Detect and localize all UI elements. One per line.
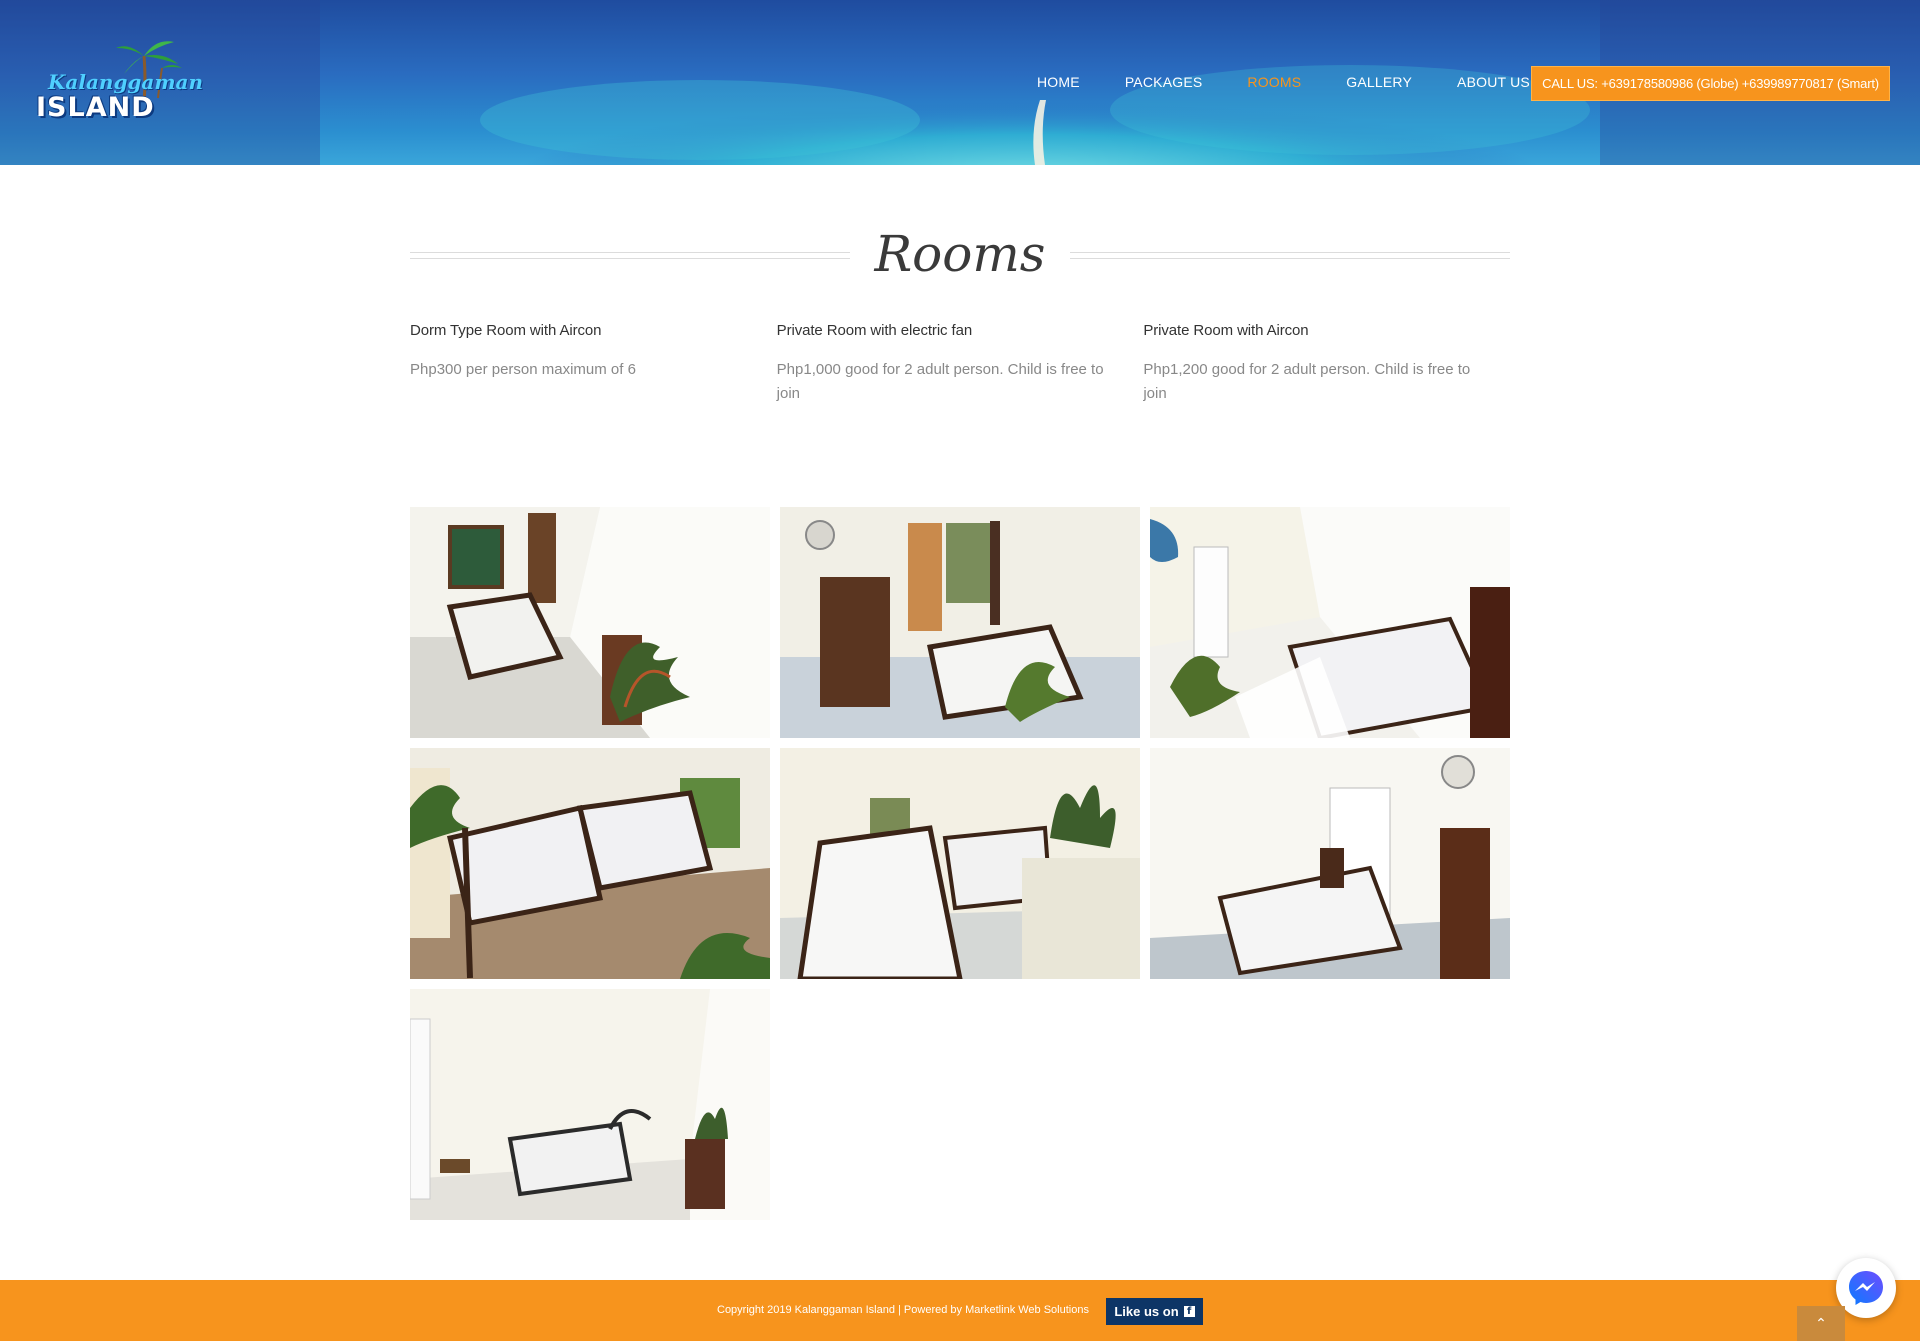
site-logo[interactable]: Kalanggaman ISLAND xyxy=(34,34,203,126)
like-us-label: Like us on xyxy=(1114,1304,1179,1319)
room-name: Dorm Type Room with Aircon xyxy=(410,322,602,339)
messenger-icon xyxy=(1849,1271,1883,1305)
room-item: Private Room with electric fan Php1,000 … xyxy=(777,322,1144,406)
nav-gallery[interactable]: GALLERY xyxy=(1346,74,1412,90)
room-photo-6[interactable] xyxy=(1150,748,1510,979)
room-item: Dorm Type Room with Aircon Php300 per pe… xyxy=(410,322,777,406)
room-photo-2[interactable] xyxy=(780,507,1140,738)
call-us-button[interactable]: CALL US: +639178580986 (Globe) +63998977… xyxy=(1531,66,1890,101)
room-name: Private Room with Aircon xyxy=(1143,322,1309,339)
room-photo-7[interactable] xyxy=(410,989,770,1220)
page-title-block: Rooms xyxy=(410,225,1510,295)
title-divider-left xyxy=(410,252,850,259)
room-list: Dorm Type Room with Aircon Php300 per pe… xyxy=(410,322,1510,406)
room-photo-5[interactable] xyxy=(780,748,1140,979)
site-header: Kalanggaman ISLAND HOME PACKAGES ROOMS G… xyxy=(0,0,1920,165)
chevron-up-icon: ⌃ xyxy=(1815,1315,1827,1332)
room-photo-3[interactable] xyxy=(1150,507,1510,738)
room-item: Private Room with Aircon Php1,200 good f… xyxy=(1143,322,1510,406)
copyright-text: Copyright 2019 Kalanggaman Island | Powe… xyxy=(717,1304,1089,1316)
facebook-icon: f xyxy=(1183,1306,1195,1317)
logo-script-text: Kalanggaman xyxy=(48,70,204,94)
nav-about-us[interactable]: ABOUT US xyxy=(1457,74,1530,90)
main-nav: HOME PACKAGES ROOMS GALLERY ABOUT US xyxy=(1037,74,1575,90)
title-divider-right xyxy=(1070,252,1510,259)
nav-packages[interactable]: PACKAGES xyxy=(1125,74,1203,90)
room-photo-4[interactable] xyxy=(410,748,770,979)
room-description: Php300 per person maximum of 6 xyxy=(410,361,636,378)
room-description: Php1,200 good for 2 adult person. Child … xyxy=(1143,361,1471,402)
like-us-facebook-button[interactable]: Like us on f xyxy=(1106,1298,1203,1325)
room-photo-1[interactable] xyxy=(410,507,770,738)
nav-home[interactable]: HOME xyxy=(1037,74,1080,90)
site-footer: Copyright 2019 Kalanggaman Island | Powe… xyxy=(0,1280,1920,1341)
messenger-chat-button[interactable] xyxy=(1836,1258,1896,1318)
logo-word-text: ISLAND xyxy=(36,92,155,123)
room-name: Private Room with electric fan xyxy=(776,322,973,339)
scroll-to-top-button[interactable]: ⌃ xyxy=(1797,1306,1845,1341)
nav-rooms[interactable]: ROOMS xyxy=(1247,74,1301,90)
page-title: Rooms xyxy=(874,225,1046,283)
room-description: Php1,000 good for 2 adult person. Child … xyxy=(776,361,1104,402)
